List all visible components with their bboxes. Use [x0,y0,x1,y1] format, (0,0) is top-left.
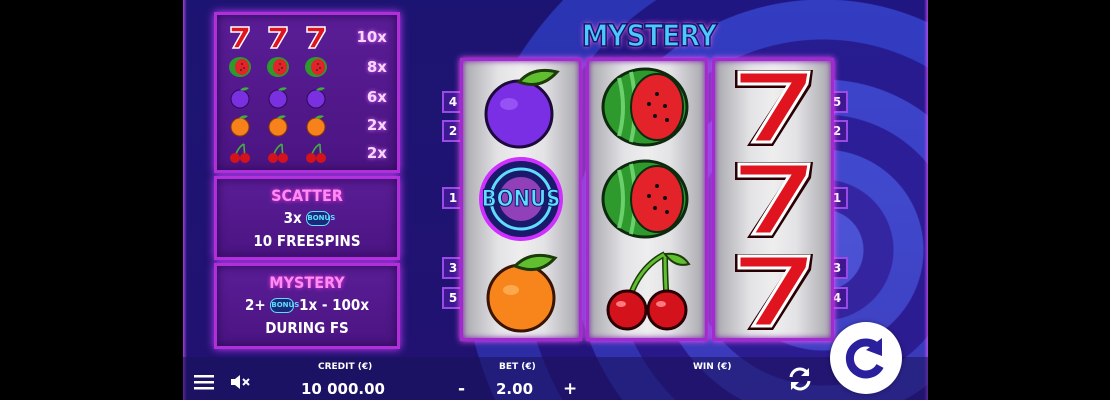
mystery-title: MYSTERY [269,273,345,292]
cherry-icon [303,141,329,165]
reel-symbol-seven [715,61,831,153]
game-title: MYSTERY RESPIN [581,18,718,93]
seven-icon [265,25,291,49]
orange-icon [486,253,558,333]
seven-icon [303,25,329,49]
menu-icon[interactable] [194,374,214,394]
cherry-icon [606,251,691,331]
bottom-bar [183,357,928,400]
bet-value: 2.00 [496,380,534,398]
paytable-row-watermelon: 8x [227,55,387,79]
left-edge-glow [183,0,187,400]
reel-1: BONUS [460,58,582,341]
mystery-range: 1x - 100x [299,296,370,314]
scatter-title: SCATTER [271,186,343,205]
reel-3 [712,58,834,341]
watermelon-icon [303,55,329,79]
right-edge-glow [924,0,928,400]
sound-muted-icon[interactable] [229,373,251,395]
bet-decrease-button[interactable]: - [458,379,465,399]
mystery-condition: DURING FS [265,319,349,337]
scatter-info: SCATTER 3x BONUS 10 FREESPINS [214,176,400,260]
credit-value: 10 000.00 [301,380,385,398]
plum-icon [303,85,329,109]
multiplier-cherry: 2x [366,144,387,162]
plum-icon [265,85,291,109]
spin-icon [845,338,884,379]
seven-icon [735,254,813,330]
multiplier-seven: 10x [356,28,387,46]
watermelon-icon [601,159,689,239]
reel-2 [586,58,708,341]
multiplier-plum: 6x [366,88,387,106]
win-label: WIN (€) [693,362,732,372]
reel-symbol-plum [463,61,579,153]
autoplay-icon[interactable] [785,364,815,398]
paytable-row-plum: 6x [227,85,387,109]
orange-icon [265,113,291,137]
reel-symbol-orange [463,245,579,337]
plum-icon [227,85,253,109]
paytable-row-orange: 2x [227,113,387,137]
watermelon-icon [265,55,291,79]
reel-symbol-watermelon [589,61,705,153]
bet-label: BET (€) [499,362,536,372]
cherry-icon [227,141,253,165]
watermelon-icon [227,55,253,79]
watermelon-icon [601,67,689,147]
orange-icon [303,113,329,137]
seven-icon [227,25,253,49]
reel-symbol-seven [715,153,831,245]
scatter-count: 3x BONUS [217,207,397,230]
scatter-reward: 10 FREESPINS [253,232,361,250]
bonus-mini-icon: BONUS [306,211,335,226]
seven-icon [735,70,813,146]
mystery-count-prefix: 2+ [244,296,266,314]
paytable-row-cherry: 2x [227,141,387,165]
mystery-info: MYSTERY 2+ BONUS 1x - 100x DURING FS [214,263,400,349]
paytable-row-seven: 10x [227,25,387,49]
paytable-symbols: 10x 8x 6x 2x 2x [214,12,400,173]
paytable: 10x 8x 6x 2x 2x SCATTER 3x BONUS 10 FREE… [214,12,400,349]
bet-increase-button[interactable]: + [563,379,577,399]
scatter-count-prefix: 3x [283,209,302,227]
seven-icon [735,162,813,238]
bonus-label: BONUS [481,187,561,213]
reel-symbol-seven [715,245,831,337]
bonus-mini-icon: BONUS [270,298,299,313]
mystery-range-line: 2+ BONUS 1x - 100x [217,294,397,317]
reel-symbol-cherry [589,245,705,337]
spin-button[interactable] [830,322,902,394]
credit-label: CREDIT (€) [318,362,373,372]
plum-icon [484,68,560,149]
multiplier-orange: 2x [366,116,387,134]
orange-icon [227,113,253,137]
reel-symbol-watermelon [589,153,705,245]
cherry-icon [265,141,291,165]
reel-symbol-bonus: BONUS [463,153,579,245]
multiplier-watermelon: 8x [366,58,387,76]
